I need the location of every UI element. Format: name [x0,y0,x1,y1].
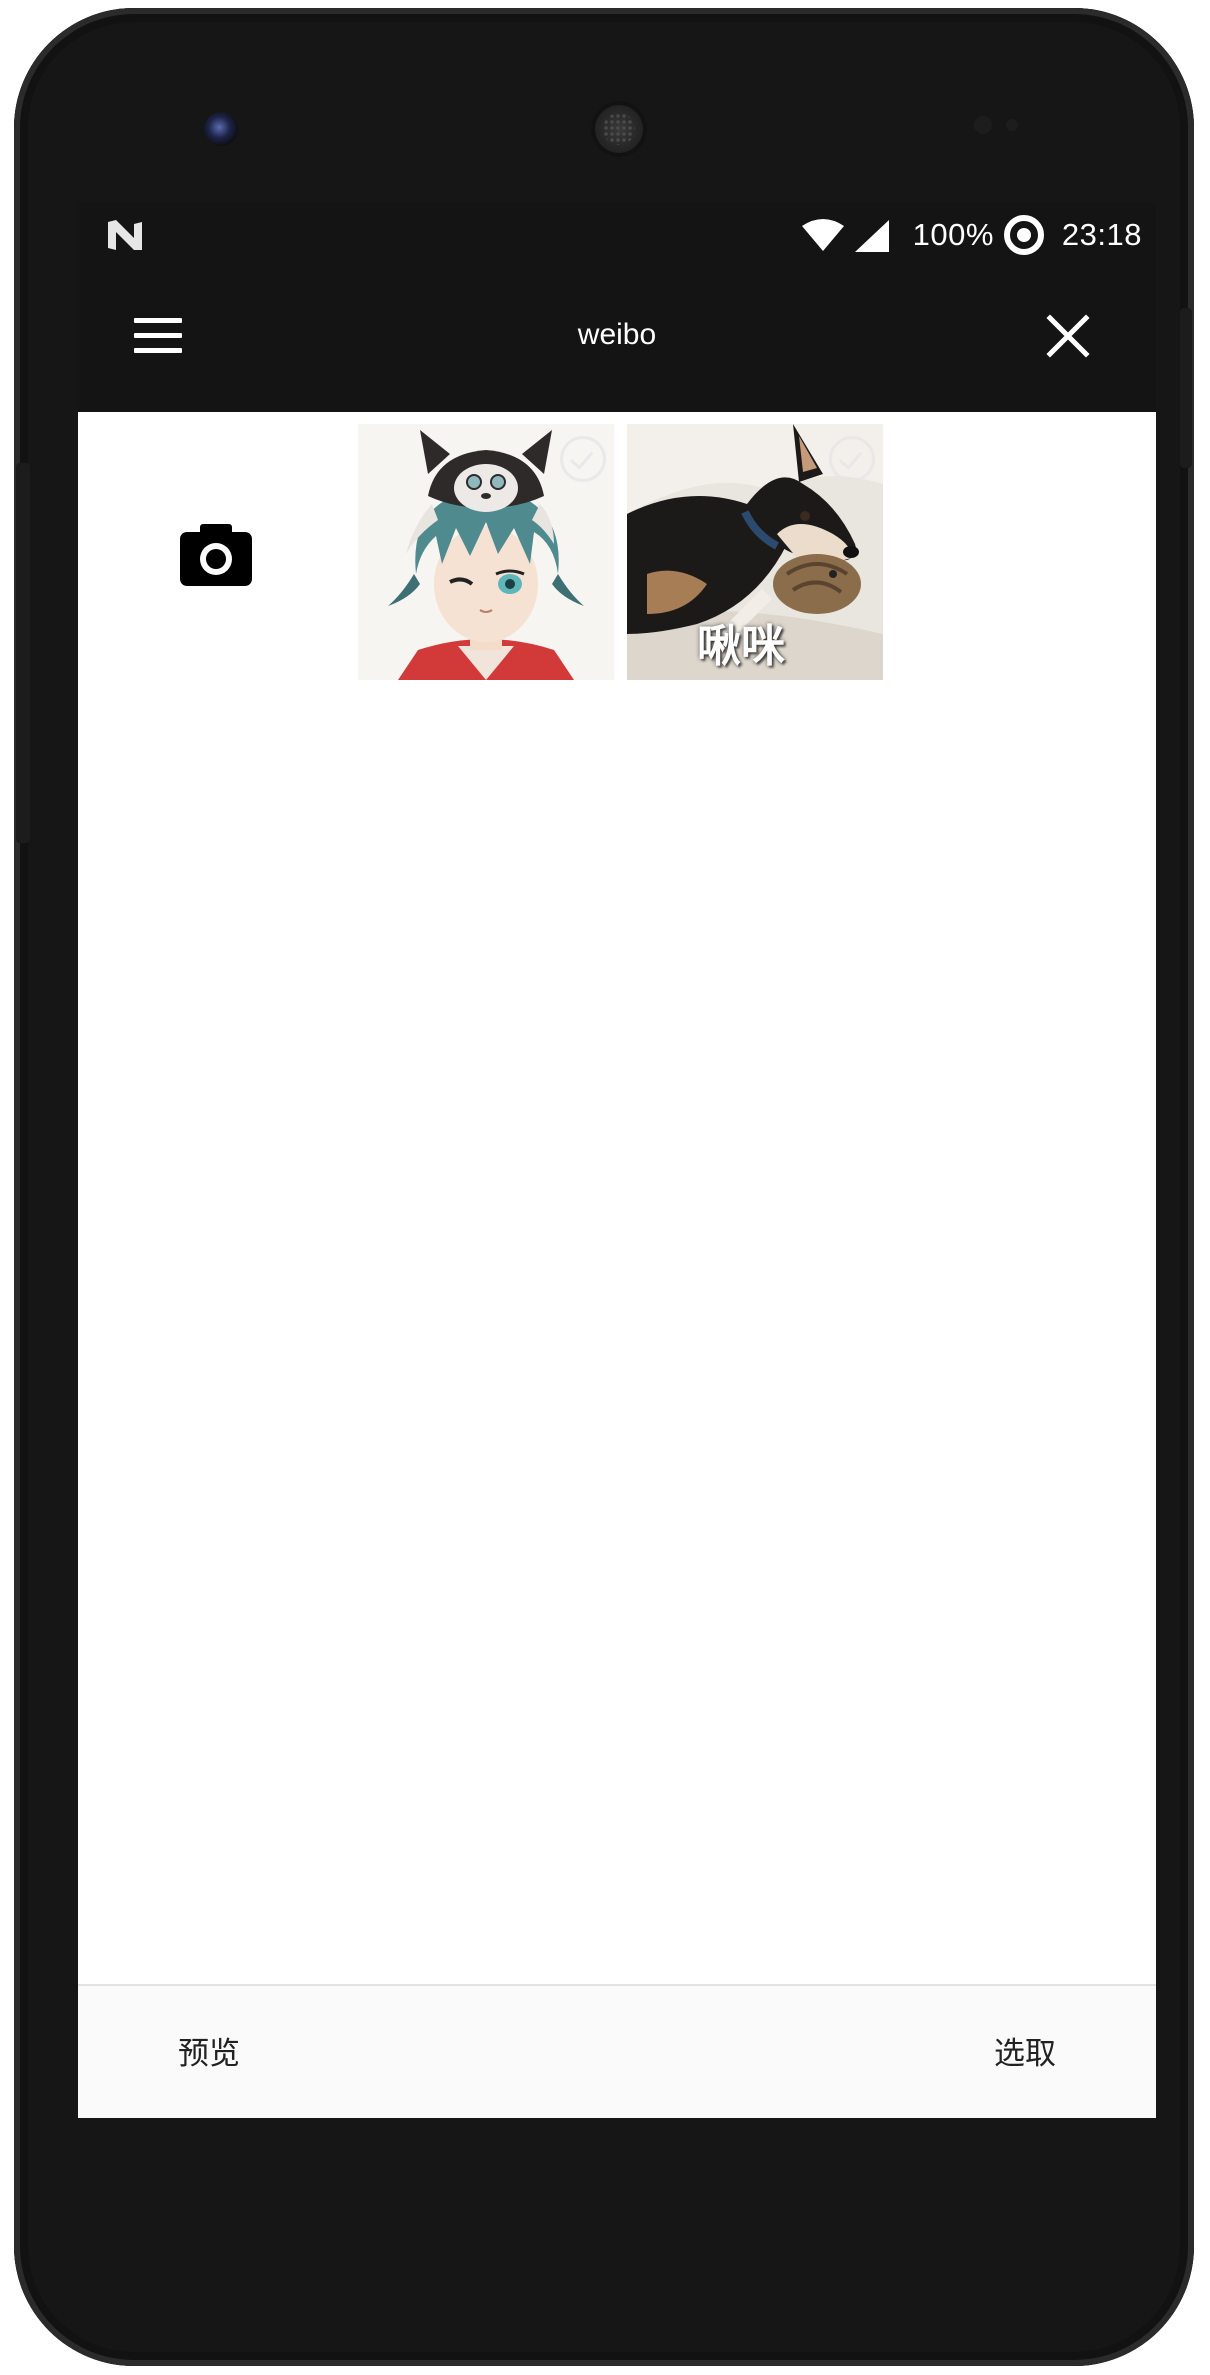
status-bar: 100% 23:18 [78,202,1156,268]
close-icon[interactable] [1042,310,1094,362]
page-title: weibo [577,318,657,351]
select-checkbox[interactable] [829,436,875,482]
wifi-icon [801,219,844,251]
screen: 100% 23:18 weibo 啾咪 预览 选取 [78,202,1156,2118]
app-toolbar: weibo [78,268,1156,412]
photo-caption: 啾咪 [697,621,785,672]
clock: 23:18 [1061,217,1142,252]
battery-percent: 100% [912,217,994,252]
select-button[interactable]: 选取 [994,2028,1056,2073]
power-button [1180,308,1192,468]
phone-frame: 100% 23:18 weibo 啾咪 预览 选取 [14,8,1194,2366]
select-checkbox[interactable] [560,436,606,482]
photo-grid: 啾咪 [78,412,1156,1984]
light-sensor [1006,119,1018,131]
sync-icon [1003,215,1044,255]
cell-signal-icon [854,220,889,252]
proximity-sensor [974,116,992,134]
earpiece-speaker [591,101,647,157]
front-camera-lens [204,112,238,146]
photo-thumbnail[interactable] [358,424,614,680]
n-logo-icon [108,220,142,250]
take-photo-tile[interactable] [78,424,354,680]
volume-button [16,463,30,843]
photo-thumbnail[interactable]: 啾咪 [627,424,883,680]
preview-button[interactable]: 预览 [178,2028,240,2073]
bottom-action-bar: 预览 选取 [78,1984,1156,2118]
camera-icon [180,524,252,586]
status-right-group: 100% 23:18 [801,212,1142,258]
